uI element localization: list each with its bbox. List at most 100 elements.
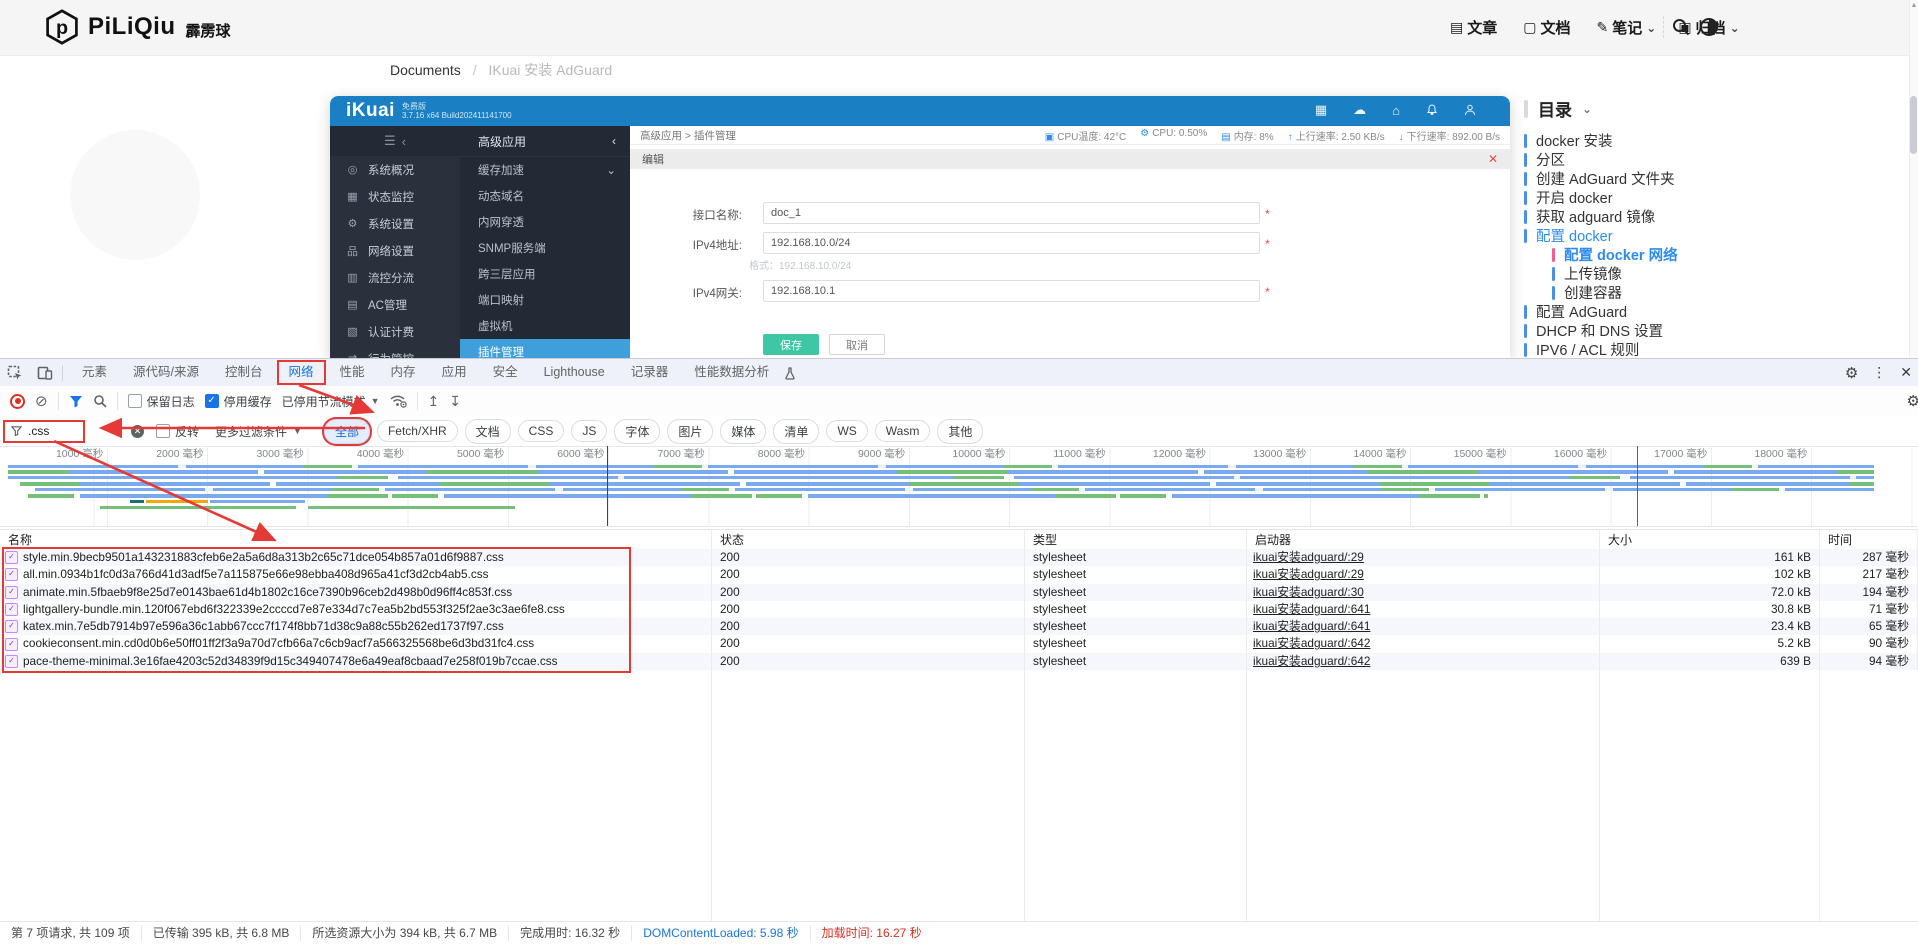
- preserve-log-checkbox[interactable]: 保留日志: [128, 393, 195, 410]
- ikuai-submenu-item[interactable]: 缓存加速 ⌄: [460, 157, 630, 183]
- kebab-menu-icon[interactable]: ⋮: [1872, 364, 1886, 381]
- filter-pill[interactable]: 清单: [773, 419, 819, 444]
- devtools-tab[interactable]: 内存: [378, 359, 429, 386]
- network-request-row[interactable]: ✓ katex.min.7e5db7914b97e596a36c1abb67cc…: [0, 618, 1918, 635]
- column-header-time[interactable]: 时间: [1820, 530, 1918, 550]
- throttling-dropdown[interactable]: 已停用节流模式 ▼: [282, 393, 380, 410]
- filter-pill[interactable]: Wasm: [875, 420, 931, 442]
- filter-pill[interactable]: 文档: [465, 419, 511, 444]
- ikuai-menu-item[interactable]: ▧ 认证计费: [330, 318, 460, 345]
- network-request-row[interactable]: ✓ cookieconsent.min.cd0d0b6e50ff01ff2f3a…: [0, 635, 1918, 652]
- toc-item[interactable]: 配置 docker 网络: [1552, 245, 1914, 264]
- ikuai-menu-item[interactable]: ⇄ 行为管控: [330, 345, 460, 358]
- filter-pill[interactable]: JS: [571, 420, 607, 442]
- theme-toggle-icon[interactable]: [1699, 17, 1719, 37]
- toc-item[interactable]: 配置 docker: [1524, 226, 1914, 245]
- network-settings-gear-icon[interactable]: ⚙: [1907, 392, 1918, 410]
- filter-funnel-icon[interactable]: [69, 395, 83, 408]
- nav-item[interactable]: ✎ 笔记 ⌄: [1597, 17, 1657, 38]
- ikuai-menu-item[interactable]: 品 网络设置: [330, 237, 460, 264]
- ikuai-menu-item[interactable]: ◎ 系统概况: [330, 156, 460, 183]
- form-input[interactable]: doc_1: [763, 202, 1260, 224]
- request-initiator-link[interactable]: ikuai安装adguard/:641: [1247, 618, 1600, 635]
- filter-pill[interactable]: 媒体: [720, 419, 766, 444]
- toc-item[interactable]: 获取 adguard 镜像: [1524, 207, 1914, 226]
- toc-item[interactable]: 创建容器: [1552, 283, 1914, 302]
- nav-item[interactable]: ▢ 文档: [1523, 17, 1574, 38]
- ikuai-menu-item[interactable]: ▥ 流控分流: [330, 264, 460, 291]
- column-header-size[interactable]: 大小: [1600, 530, 1820, 550]
- ikuai-submenu-item[interactable]: 插件管理: [460, 339, 630, 358]
- search-icon[interactable]: [93, 394, 107, 408]
- column-header-name[interactable]: 名称: [0, 530, 712, 550]
- save-button[interactable]: 保存: [763, 334, 819, 355]
- ikuai-submenu-item[interactable]: 端口映射: [460, 287, 630, 313]
- close-icon[interactable]: ✕: [1900, 364, 1912, 381]
- toc-item[interactable]: IPV6 / ACL 规则: [1524, 340, 1914, 358]
- inspect-element-icon[interactable]: [0, 363, 30, 383]
- toc-item[interactable]: 开启 docker: [1524, 188, 1914, 207]
- request-name-cell[interactable]: ✓ animate.min.5fbaeb9f8e25d7e0143bae61d4…: [0, 584, 712, 601]
- column-header-status[interactable]: 状态: [712, 530, 1025, 550]
- filter-pill[interactable]: 全部: [324, 419, 370, 444]
- filter-pill[interactable]: WS: [826, 420, 867, 442]
- network-request-row[interactable]: ✓ animate.min.5fbaeb9f8e25d7e0143bae61d4…: [0, 584, 1918, 601]
- toc-item[interactable]: 配置 AdGuard: [1524, 302, 1914, 321]
- cloud-icon[interactable]: ☁: [1353, 102, 1366, 118]
- devtools-tab[interactable]: 记录器: [618, 359, 682, 386]
- request-name-cell[interactable]: ✓ style.min.9becb9501a143231883cfeb6e2a5…: [0, 549, 712, 566]
- form-input[interactable]: 192.168.10.0/24: [763, 232, 1260, 254]
- ikuai-menu-item[interactable]: ⚙ 系统设置: [330, 210, 460, 237]
- ikuai-menu-item[interactable]: ▦ 状态监控: [330, 183, 460, 210]
- export-har-icon[interactable]: ↧: [449, 393, 461, 410]
- request-initiator-link[interactable]: ikuai安装adguard/:30: [1247, 584, 1600, 601]
- form-input[interactable]: 192.168.10.1: [763, 280, 1260, 302]
- devtools-tab[interactable]: 源代码/来源: [120, 359, 212, 386]
- grid-icon[interactable]: ▦: [1315, 102, 1327, 118]
- device-toolbar-icon[interactable]: [30, 363, 60, 383]
- toc-item[interactable]: docker 安装: [1524, 131, 1914, 150]
- network-overview-timeline[interactable]: 1000 毫秒 2000 毫秒 3000 毫秒 4000 毫秒 5000 毫秒 …: [0, 446, 1918, 527]
- site-logo[interactable]: p PiLiQiu 霹雳球: [44, 9, 231, 45]
- toc-item[interactable]: 上传镜像: [1552, 264, 1914, 283]
- toc-item[interactable]: 创建 AdGuard 文件夹: [1524, 169, 1914, 188]
- request-initiator-link[interactable]: ikuai安装adguard/:642: [1247, 653, 1600, 670]
- ikuai-submenu-item[interactable]: SNMP服务端: [460, 235, 630, 261]
- ikuai-menu-toggle[interactable]: ☰ ‹: [330, 126, 460, 156]
- settings-gear-icon[interactable]: ⚙: [1845, 364, 1858, 382]
- request-initiator-link[interactable]: ikuai安装adguard/:642: [1247, 635, 1600, 652]
- request-initiator-link[interactable]: ikuai安装adguard/:29: [1247, 566, 1600, 583]
- request-name-cell[interactable]: ✓ katex.min.7e5db7914b97e596a36c1abb67cc…: [0, 618, 712, 635]
- filter-pill[interactable]: 字体: [614, 419, 660, 444]
- more-filters-dropdown[interactable]: 更多过滤条件 ▼: [215, 423, 302, 440]
- devtools-tab[interactable]: Lighthouse: [531, 359, 618, 386]
- devtools-tab[interactable]: 元素: [69, 359, 120, 386]
- request-initiator-link[interactable]: ikuai安装adguard/:641: [1247, 601, 1600, 618]
- record-network-log-icon[interactable]: [10, 394, 25, 409]
- ikuai-menu-item[interactable]: ▤ AC管理: [330, 291, 460, 318]
- request-name-cell[interactable]: ✓ cookieconsent.min.cd0d0b6e50ff01ff2f3a…: [0, 635, 712, 652]
- bell-icon[interactable]: [1426, 104, 1438, 116]
- filter-text-input[interactable]: .css: [3, 420, 85, 443]
- invert-filter-checkbox[interactable]: 反转: [156, 423, 199, 440]
- network-request-row[interactable]: ✓ lightgallery-bundle.min.120f067ebd6f32…: [0, 601, 1918, 618]
- devtools-tab[interactable]: 安全: [480, 359, 531, 386]
- request-name-cell[interactable]: ✓ pace-theme-minimal.3e16fae4203c52d3483…: [0, 653, 712, 670]
- home-icon[interactable]: ⌂: [1392, 103, 1400, 118]
- ikuai-submenu-item[interactable]: 虚拟机: [460, 313, 630, 339]
- import-har-icon[interactable]: ↥: [428, 393, 440, 410]
- clear-network-log-icon[interactable]: ⊘: [35, 392, 48, 410]
- ikuai-submenu-item[interactable]: 跨三层应用: [460, 261, 630, 287]
- toc-item[interactable]: DHCP 和 DNS 设置: [1524, 321, 1914, 340]
- toc-title[interactable]: 目录 ⌄: [1524, 96, 1914, 121]
- network-request-row[interactable]: ✓ style.min.9becb9501a143231883cfeb6e2a5…: [0, 549, 1918, 566]
- request-initiator-link[interactable]: ikuai安装adguard/:29: [1247, 549, 1600, 566]
- request-name-cell[interactable]: ✓ lightgallery-bundle.min.120f067ebd6f32…: [0, 601, 712, 618]
- close-icon[interactable]: ✕: [1488, 152, 1498, 166]
- network-request-row[interactable]: ✓ all.min.0934b1fc0d3a766d41d3adf5e7a115…: [0, 566, 1918, 583]
- search-icon[interactable]: [1671, 17, 1691, 37]
- network-request-row[interactable]: ✓ pace-theme-minimal.3e16fae4203c52d3483…: [0, 653, 1918, 670]
- disable-cache-checkbox[interactable]: ✓ 停用缓存: [205, 393, 272, 410]
- user-icon[interactable]: [1464, 104, 1476, 116]
- clear-filter-icon[interactable]: ✕: [131, 425, 144, 438]
